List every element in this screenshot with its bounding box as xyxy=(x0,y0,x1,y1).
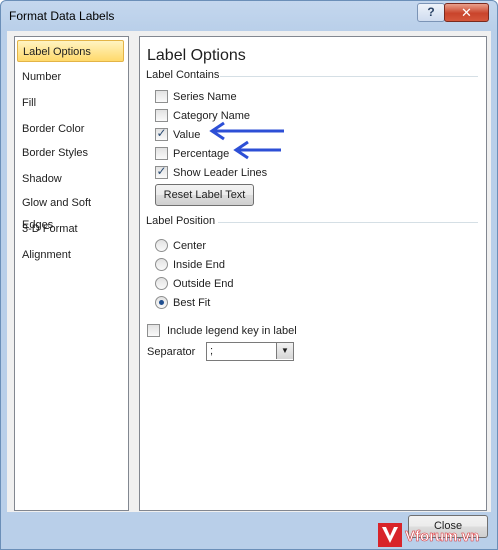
title-bar[interactable]: Format Data Labels ? ✕ xyxy=(1,1,497,31)
section-divider xyxy=(218,222,478,223)
radio-selected-dot xyxy=(159,300,164,305)
include-legend-key-label: Include legend key in label xyxy=(167,325,297,337)
include-legend-key-checkbox[interactable] xyxy=(147,324,160,337)
watermark-text: Vforum.vn xyxy=(405,528,479,545)
value-checkbox[interactable]: ✓ xyxy=(155,126,168,141)
center-label: Center xyxy=(173,240,207,252)
window-close-button[interactable]: ✕ xyxy=(444,3,489,22)
options-panel: Label Options Label Contains Series Name… xyxy=(139,36,487,511)
dialog-window: Format Data Labels ? ✕ Label Options Num… xyxy=(0,0,498,550)
section-divider xyxy=(220,76,478,77)
best-fit-radio[interactable] xyxy=(155,296,168,309)
separator-dropdown[interactable]: ; ▼ xyxy=(206,342,294,361)
value-label: Value xyxy=(173,129,201,141)
nav-item-border-color[interactable]: Border Color xyxy=(17,118,124,140)
percentage-label: Percentage xyxy=(173,148,230,160)
panel-title: Label Options xyxy=(147,47,246,64)
dropdown-arrow-icon[interactable]: ▼ xyxy=(276,343,293,359)
annotation-arrow-icon xyxy=(209,121,284,141)
separator-value: ; xyxy=(210,345,214,357)
show-leader-lines-label: Show Leader Lines xyxy=(173,167,268,179)
check-icon: ✓ xyxy=(156,164,167,178)
center-radio[interactable] xyxy=(155,239,168,252)
help-button[interactable]: ? xyxy=(417,3,445,22)
nav-item-border-styles[interactable]: Border Styles xyxy=(17,142,124,164)
annotation-arrow-icon xyxy=(233,140,281,160)
check-icon: ✓ xyxy=(156,126,167,140)
nav-item-3d-format[interactable]: 3-D Format xyxy=(17,218,124,240)
label-position-heading: Label Position xyxy=(146,215,216,227)
outside-end-radio[interactable] xyxy=(155,277,168,290)
inside-end-label: Inside End xyxy=(173,259,225,271)
watermark-logo: Vforum.vn xyxy=(378,523,479,547)
series-name-checkbox[interactable] xyxy=(155,90,168,103)
show-leader-lines-checkbox[interactable]: ✓ xyxy=(155,164,168,179)
category-name-checkbox[interactable] xyxy=(155,109,168,122)
best-fit-label: Best Fit xyxy=(173,297,211,309)
nav-item-glow-soft-edges[interactable]: Glow and Soft Edges xyxy=(17,192,124,231)
nav-item-number[interactable]: Number xyxy=(17,66,124,88)
inside-end-radio[interactable] xyxy=(155,258,168,271)
percentage-checkbox[interactable] xyxy=(155,147,168,160)
label-contains-heading: Label Contains xyxy=(146,69,220,81)
outside-end-label: Outside End xyxy=(173,278,234,290)
reset-label-text-button[interactable]: Reset Label Text xyxy=(155,184,254,206)
nav-item-fill[interactable]: Fill xyxy=(17,92,124,114)
nav-item-shadow[interactable]: Shadow xyxy=(17,168,124,190)
separator-label: Separator xyxy=(147,346,196,358)
nav-item-alignment[interactable]: Alignment xyxy=(17,244,124,266)
nav-item-label-options[interactable]: Label Options xyxy=(17,40,124,62)
category-list: Label Options Number Fill Border Color B… xyxy=(14,36,129,511)
window-title: Format Data Labels xyxy=(9,9,115,23)
dialog-body: Label Options Number Fill Border Color B… xyxy=(7,31,491,512)
series-name-label: Series Name xyxy=(173,91,237,103)
